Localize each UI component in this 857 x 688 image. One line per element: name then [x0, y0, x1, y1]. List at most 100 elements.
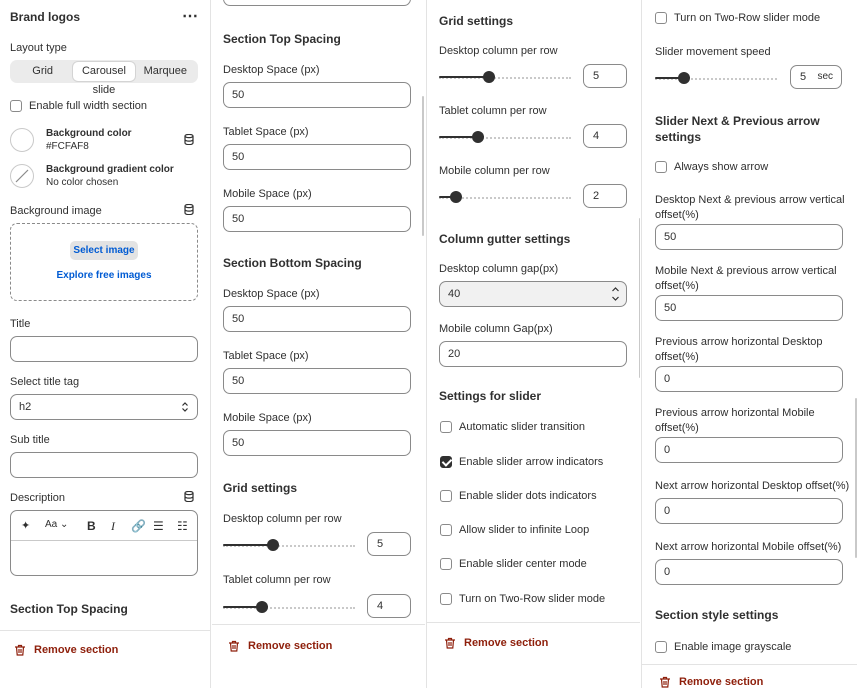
remove-section-button[interactable]: Remove section: [228, 640, 332, 652]
top-cutoff-input[interactable]: [223, 0, 411, 6]
scrollbar[interactable]: [639, 218, 640, 378]
italic-icon[interactable]: I: [111, 519, 115, 534]
description-editor[interactable]: ✦ Aa ⌄ B I 🔗 ☰ ☷: [10, 510, 198, 576]
subtitle-input[interactable]: [10, 452, 198, 478]
title-tag-value: h2: [19, 401, 32, 413]
tablet-col-label: Tablet column per row: [439, 105, 547, 117]
dynamic-source-icon[interactable]: [184, 204, 194, 215]
bottom-tablet-input[interactable]: 50: [223, 368, 411, 394]
arrow-settings-heading: Slider Next & Previous arrow settings: [655, 114, 820, 144]
remove-section-label: Remove section: [464, 637, 549, 649]
layout-option-carousel[interactable]: Carousel slide: [73, 62, 135, 96]
desktop-gap-input[interactable]: 40: [439, 281, 627, 307]
desktop-col-slider-handle[interactable]: [483, 71, 495, 83]
more-options-icon[interactable]: ⋯: [182, 6, 198, 26]
mobile-col-slider-handle[interactable]: [450, 191, 462, 203]
explore-images-link[interactable]: Explore free images: [11, 270, 197, 281]
speed-unit: sec: [817, 71, 833, 82]
grayscale-checkbox[interactable]: [655, 641, 667, 653]
layout-option-grid[interactable]: Grid: [12, 62, 73, 81]
desktop-col-value[interactable]: 5: [583, 64, 627, 88]
next-mob-label: Next arrow horizontal Mobile offset(%): [655, 541, 842, 553]
numbered-list-icon[interactable]: ☷: [177, 519, 188, 533]
bg-color-label: Background color: [46, 128, 132, 139]
tablet-col-slider-handle[interactable]: [256, 601, 268, 613]
bottom-tablet-label: Tablet Space (px): [223, 350, 309, 362]
text-style-icon[interactable]: Aa ⌄: [45, 519, 68, 530]
mobile-gap-input[interactable]: 20: [439, 341, 627, 367]
two-row-label: Turn on Two-Row slider mode: [674, 12, 821, 24]
dots-indicators-checkbox[interactable]: [440, 490, 452, 502]
tablet-col-value[interactable]: 4: [583, 124, 627, 148]
next-desk-input[interactable]: 0: [655, 498, 843, 524]
bg-gradient-swatch[interactable]: [10, 164, 34, 188]
always-show-checkbox[interactable]: [655, 161, 667, 173]
number-stepper-icon[interactable]: [611, 286, 620, 302]
next-desk-label: Next arrow horizontal Desktop offset(%): [655, 480, 850, 492]
title-input[interactable]: [10, 336, 198, 362]
bottom-desktop-input[interactable]: 50: [223, 306, 411, 332]
top-tablet-input[interactable]: 50: [223, 144, 411, 170]
tablet-col-value[interactable]: 4: [367, 594, 411, 618]
layout-option-marquee[interactable]: Marquee: [135, 62, 196, 81]
auto-transition-checkbox[interactable]: [440, 421, 452, 433]
infinite-loop-checkbox[interactable]: [440, 524, 452, 536]
no-color-slash-icon: [15, 169, 29, 183]
two-row-checkbox[interactable]: [655, 12, 667, 24]
desktop-col-value[interactable]: 5: [367, 532, 411, 556]
arrow-indicators-checkbox[interactable]: [440, 456, 452, 468]
arrow-indicators-label: Enable slider arrow indicators: [459, 456, 604, 468]
top-spacing-heading: Section Top Spacing: [223, 32, 341, 46]
mob-vert-input[interactable]: 50: [655, 295, 843, 321]
description-label: Description: [10, 492, 66, 504]
bg-color-value: #FCFAF8: [46, 141, 89, 152]
select-image-button[interactable]: Select image: [70, 241, 138, 260]
divider: [212, 624, 425, 625]
desk-vert-input[interactable]: 50: [655, 224, 843, 250]
bottom-mobile-label: Mobile Space (px): [223, 412, 312, 424]
prev-mob-input[interactable]: 0: [655, 437, 843, 463]
panel-spacing: Section Top Spacing Desktop Space (px) 5…: [212, 0, 425, 688]
grayscale-label: Enable image grayscale: [674, 641, 792, 653]
prev-desk-label: Previous arrow horizontal Desktop offset…: [655, 336, 823, 363]
speed-input[interactable]: 5 sec: [790, 65, 842, 89]
top-desktop-input[interactable]: 50: [223, 82, 411, 108]
remove-section-button[interactable]: Remove section: [444, 637, 548, 649]
full-width-checkbox[interactable]: [10, 100, 22, 112]
mobile-col-value[interactable]: 2: [583, 184, 627, 208]
divider: [642, 664, 857, 665]
prev-desk-input[interactable]: 0: [655, 366, 843, 392]
tablet-col-label: Tablet column per row: [223, 574, 331, 586]
image-dropzone[interactable]: Select image Explore free images: [10, 223, 198, 301]
remove-section-button[interactable]: Remove section: [14, 644, 118, 656]
slider-fill: [439, 76, 489, 78]
next-mob-input[interactable]: 0: [655, 559, 843, 585]
bg-color-swatch[interactable]: [10, 128, 34, 152]
mob-vert-label: Mobile Next & previous arrow vertical of…: [655, 265, 837, 292]
two-row-checkbox[interactable]: [440, 593, 452, 605]
center-mode-checkbox[interactable]: [440, 558, 452, 570]
tablet-col-slider-handle[interactable]: [472, 131, 484, 143]
desktop-col-slider-handle[interactable]: [267, 539, 279, 551]
top-mobile-input[interactable]: 50: [223, 206, 411, 232]
gutter-settings-heading: Column gutter settings: [439, 232, 571, 246]
grid-settings-heading: Grid settings: [223, 481, 298, 495]
scrollbar[interactable]: [422, 96, 424, 236]
bg-image-label: Background image: [10, 205, 102, 217]
bg-gradient-value: No color chosen: [46, 177, 119, 188]
bullet-list-icon[interactable]: ☰: [153, 519, 164, 533]
mobile-col-label: Mobile column per row: [439, 165, 550, 177]
layout-type-label: Layout type: [10, 42, 67, 54]
trash-icon: [229, 640, 239, 652]
dynamic-source-icon[interactable]: [184, 134, 194, 145]
title-tag-select[interactable]: h2: [10, 394, 198, 420]
link-icon[interactable]: 🔗: [131, 519, 146, 533]
bottom-mobile-input[interactable]: 50: [223, 430, 411, 456]
panel-brand-logos: Brand logos ⋯ Layout type Grid Carousel …: [0, 0, 211, 688]
magic-icon[interactable]: ✦: [21, 519, 30, 532]
dynamic-source-icon[interactable]: [184, 491, 194, 502]
title-tag-label: Select title tag: [10, 376, 80, 388]
remove-section-button[interactable]: Remove section: [659, 676, 763, 688]
speed-slider-handle[interactable]: [678, 72, 690, 84]
bold-icon[interactable]: B: [87, 519, 96, 533]
